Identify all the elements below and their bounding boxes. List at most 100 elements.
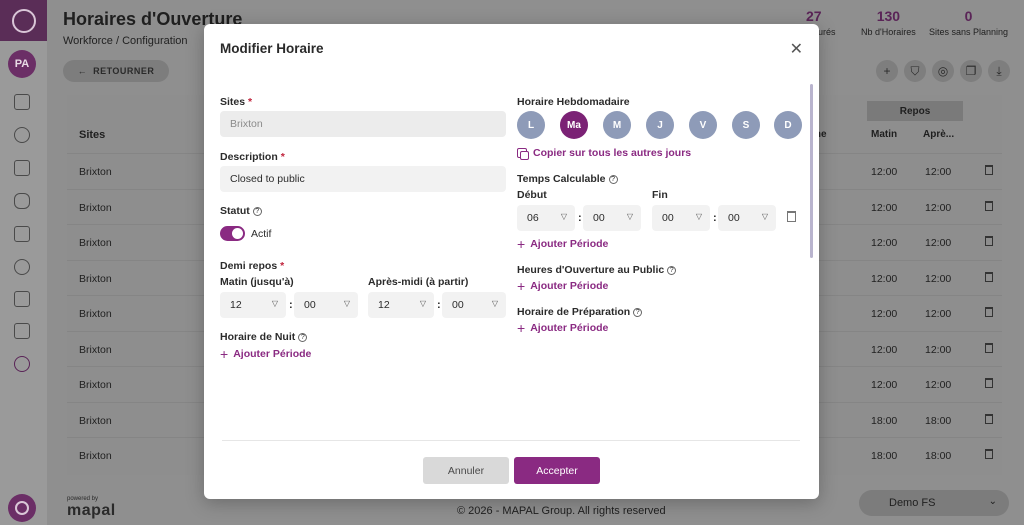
time-separator: : xyxy=(713,212,717,224)
cancel-button[interactable]: Annuler xyxy=(423,457,509,484)
add-prep-period-link[interactable]: + Ajouter Période xyxy=(517,321,608,335)
day-button[interactable]: V xyxy=(689,111,717,139)
row-matin: 12:00 xyxy=(871,379,898,391)
prep-label: Horaire de Préparation? xyxy=(517,306,643,318)
download-icon[interactable]: ⤓ xyxy=(988,60,1010,82)
debut-hour-select[interactable]: 06 ▽ xyxy=(517,205,575,231)
row-site: Brixton xyxy=(79,201,112,214)
help-icon: ? xyxy=(298,333,308,342)
plus-icon: + xyxy=(220,346,229,362)
stat-sites-no-planning: 0 Sites sans Planning xyxy=(929,8,1009,37)
user-avatar[interactable]: PA xyxy=(8,50,36,78)
settings-icon[interactable] xyxy=(14,356,30,372)
report-icon[interactable] xyxy=(14,323,30,339)
chevron-down-icon: ▽ xyxy=(419,299,426,308)
time-separator: : xyxy=(578,212,582,224)
bottom-logo[interactable] xyxy=(8,494,36,522)
row-apres: 12:00 xyxy=(925,201,952,214)
chevron-down-icon: ▽ xyxy=(343,299,350,308)
trash-icon[interactable] xyxy=(985,413,993,424)
delete-period-icon[interactable] xyxy=(787,211,796,222)
fin-minute-select[interactable]: 00 ▽ xyxy=(718,205,776,231)
trash-icon[interactable] xyxy=(985,271,993,282)
add-temps-period-link[interactable]: + Ajouter Période xyxy=(517,237,608,251)
chevron-down-icon: ▽ xyxy=(560,212,567,221)
chevron-down-icon: ▽ xyxy=(491,299,498,308)
brand-logo: mapal xyxy=(67,502,116,519)
trash-icon[interactable] xyxy=(985,165,993,175)
day-button[interactable]: J xyxy=(646,111,674,139)
profile-icon[interactable] xyxy=(14,127,30,143)
accept-button[interactable]: Accepter xyxy=(514,457,600,484)
help-icon: ? xyxy=(252,207,262,216)
column-group-repos: Repos xyxy=(867,101,963,121)
copy-icon xyxy=(517,148,529,160)
temps-label: Temps Calculable? xyxy=(517,173,618,185)
trash-icon[interactable] xyxy=(985,342,993,353)
row-apres: 12:00 xyxy=(925,379,952,391)
user-search-icon[interactable] xyxy=(14,259,30,275)
apres-hour-select[interactable]: 12 ▽ xyxy=(368,292,434,318)
copy-all-days-link[interactable]: Copier sur tous les autres jours xyxy=(517,147,691,160)
row-apres: 12:00 xyxy=(925,237,952,249)
trash-icon[interactable] xyxy=(985,449,993,459)
row-site: Brixton xyxy=(79,272,112,285)
location-icon[interactable]: ◎ xyxy=(932,60,954,82)
document-icon[interactable] xyxy=(14,226,30,242)
chevron-down-icon: ▽ xyxy=(271,299,278,308)
description-field[interactable]: Closed to public xyxy=(220,166,506,192)
help-icon: ? xyxy=(608,175,618,184)
matin-minute-select[interactable]: 00 ▽ xyxy=(294,292,358,318)
archive-icon[interactable] xyxy=(14,291,30,307)
add-public-period-link[interactable]: + Ajouter Période xyxy=(517,279,608,293)
statut-label: Statut? xyxy=(220,205,262,217)
app-logo[interactable] xyxy=(0,0,47,41)
row-matin: 12:00 xyxy=(871,201,898,214)
modal-divider xyxy=(222,440,800,441)
status-toggle[interactable] xyxy=(220,226,245,241)
day-button[interactable]: L xyxy=(517,111,545,139)
add-icon[interactable]: + xyxy=(876,60,898,82)
row-matin: 18:00 xyxy=(871,450,898,462)
sites-field: Brixton xyxy=(220,111,506,137)
close-icon[interactable]: ✕ xyxy=(790,39,803,59)
trash-icon[interactable] xyxy=(985,200,993,211)
back-button[interactable]: ← RETOURNER xyxy=(63,60,169,82)
trash-icon[interactable] xyxy=(985,236,993,246)
time-separator: : xyxy=(289,299,293,311)
debut-minute-select[interactable]: 00 ▽ xyxy=(583,205,641,231)
nuit-label: Horaire de Nuit? xyxy=(220,331,308,343)
calendar-icon[interactable] xyxy=(14,160,30,176)
day-button[interactable]: D xyxy=(774,111,802,139)
day-button[interactable]: S xyxy=(732,111,760,139)
trash-icon[interactable] xyxy=(985,307,993,317)
row-apres: 12:00 xyxy=(925,166,952,178)
column-header-sites: Sites xyxy=(79,129,106,141)
trash-icon[interactable] xyxy=(985,378,993,388)
matin-hour-select[interactable]: 12 ▽ xyxy=(220,292,286,318)
dashboard-icon[interactable] xyxy=(14,94,30,110)
status-toggle-label: Actif xyxy=(251,228,272,240)
row-site: Brixton xyxy=(79,343,112,356)
tenant-select[interactable]: Demo FS ⌄ xyxy=(859,490,1009,516)
hand-icon[interactable] xyxy=(14,193,30,209)
stat-schedules: 130 Nb d'Horaires xyxy=(861,8,916,37)
copy-icon[interactable]: ❐ xyxy=(960,60,982,82)
edit-schedule-modal: Modifier Horaire ✕ Sites * Brixton Descr… xyxy=(204,24,819,499)
filter-icon[interactable]: ⛉ xyxy=(904,60,926,82)
plus-icon: + xyxy=(517,236,526,252)
debut-label: Début xyxy=(517,189,547,201)
day-button[interactable]: M xyxy=(603,111,631,139)
row-apres: 12:00 xyxy=(925,343,952,356)
day-button[interactable]: Ma xyxy=(560,111,588,139)
chevron-down-icon: ▽ xyxy=(626,212,633,221)
apres-minute-select[interactable]: 00 ▽ xyxy=(442,292,506,318)
row-site: Brixton xyxy=(79,237,112,249)
apres-label: Après-midi (à partir) xyxy=(368,276,469,288)
chevron-down-icon: ▽ xyxy=(695,212,702,221)
modal-scrollbar[interactable] xyxy=(810,84,813,258)
add-night-period-link[interactable]: + Ajouter Période xyxy=(220,347,311,361)
fin-hour-select[interactable]: 00 ▽ xyxy=(652,205,710,231)
plus-icon: + xyxy=(517,278,526,294)
help-icon: ? xyxy=(633,308,643,317)
